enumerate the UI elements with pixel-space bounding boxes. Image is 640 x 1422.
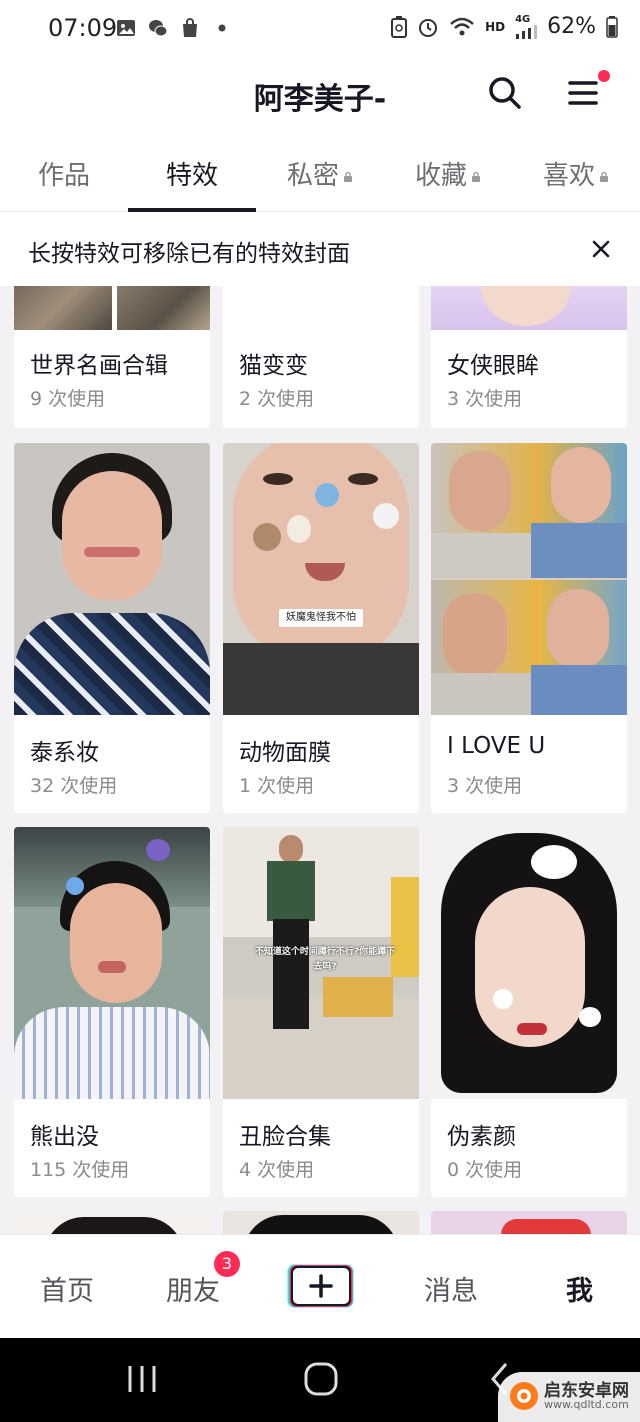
effect-card[interactable]: 泰系妆 32 次使用 xyxy=(14,443,210,813)
page-title: 阿李美子- xyxy=(253,82,387,117)
nav-me[interactable]: 我 xyxy=(566,1269,593,1308)
tab-label: 私密 xyxy=(286,161,339,191)
search-icon[interactable] xyxy=(484,72,526,114)
effect-card[interactable] xyxy=(223,1211,419,1234)
effect-name: I LOVE U xyxy=(447,733,546,759)
effect-overlay-text: 不知道这个时间蹲行不行?你能蹲下去吗? xyxy=(254,947,396,972)
effect-usage: 3 次使用 xyxy=(447,388,523,410)
watermark: 启东安卓网 www.qdltd.com xyxy=(498,1372,640,1422)
notice-text: 长按特效可移除已有的特效封面 xyxy=(28,241,350,267)
create-button[interactable] xyxy=(286,1263,356,1309)
effect-thumbnail xyxy=(223,1211,419,1234)
effect-thumbnail: 不知道这个时间蹲行不行?你能蹲下去吗? xyxy=(223,827,419,1099)
effect-card[interactable]: 女侠眼眸 3 次使用 xyxy=(431,286,627,428)
tab-works[interactable]: 作品 xyxy=(0,140,128,212)
effect-thumbnail xyxy=(431,286,627,330)
tab-likes[interactable]: 喜欢 xyxy=(512,140,640,212)
effect-name: 伪素颜 xyxy=(447,1124,516,1150)
effect-usage: 0 次使用 xyxy=(447,1159,523,1181)
status-bar: 07:09 HD 4G 62% xyxy=(0,0,640,58)
effect-usage: 2 次使用 xyxy=(239,388,315,410)
effect-card[interactable]: 妖魔鬼怪我不怕 动物面膜 1 次使用 xyxy=(223,443,419,813)
effect-thumbnail xyxy=(14,286,210,330)
tab-favorites[interactable]: 收藏 xyxy=(384,140,512,212)
effect-usage: 9 次使用 xyxy=(30,388,106,410)
battery-percent: 62% xyxy=(547,14,596,39)
effect-name: 熊出没 xyxy=(30,1124,99,1150)
tab-effects[interactable]: 特效 xyxy=(128,140,256,212)
notification-icons xyxy=(116,18,232,38)
effect-card[interactable]: 熊出没 115 次使用 xyxy=(14,827,210,1197)
dot-icon xyxy=(218,24,226,32)
tab-private[interactable]: 私密 xyxy=(256,140,384,212)
effect-usage: 4 次使用 xyxy=(239,1159,315,1181)
effect-thumbnail: 妖魔鬼怪我不怕 xyxy=(223,443,419,715)
effect-thumbnail xyxy=(14,1211,210,1234)
nav-messages[interactable]: 消息 xyxy=(424,1269,478,1308)
effect-thumbnail xyxy=(431,827,627,1099)
hd-label: HD xyxy=(485,19,506,34)
battery-saver-icon xyxy=(391,15,408,38)
effect-card[interactable]: 世界名画合辑 9 次使用 xyxy=(14,286,210,428)
status-time: 07:09 xyxy=(48,14,118,42)
profile-tabs: 作品 特效 私密 收藏 喜欢 xyxy=(0,140,640,212)
notification-dot xyxy=(598,70,610,82)
effect-thumbnail xyxy=(14,443,210,715)
nav-home[interactable]: 首页 xyxy=(40,1269,94,1308)
recent-apps-icon[interactable] xyxy=(126,1362,158,1396)
tab-label: 作品 xyxy=(37,161,90,191)
battery-icon xyxy=(606,15,618,38)
effect-name: 世界名画合辑 xyxy=(30,353,168,379)
effect-usage: 3 次使用 xyxy=(447,775,523,797)
tab-label: 喜欢 xyxy=(542,161,595,191)
effect-thumbnail xyxy=(14,827,210,1099)
effect-card[interactable] xyxy=(14,1211,210,1234)
effect-name: 丑脸合集 xyxy=(239,1124,331,1150)
watermark-url: www.qdltd.com xyxy=(544,1398,629,1411)
effect-usage: 115 次使用 xyxy=(30,1159,130,1181)
effect-name: 猫变变 xyxy=(239,353,308,379)
effect-card[interactable]: 不知道这个时间蹲行不行?你能蹲下去吗? 丑脸合集 4 次使用 xyxy=(223,827,419,1197)
lock-icon xyxy=(600,171,608,182)
effect-usage: 32 次使用 xyxy=(30,775,118,797)
close-icon[interactable] xyxy=(588,236,614,262)
system-status-icons: HD 4G 62% xyxy=(391,14,618,39)
effects-grid: 世界名画合辑 9 次使用 猫变变 2 次使用 女侠眼眸 3 次使用 泰系妆 32… xyxy=(0,286,640,1234)
tab-label: 收藏 xyxy=(414,161,467,191)
profile-header: 阿李美子- xyxy=(0,58,640,138)
effect-name: 女侠眼眸 xyxy=(447,353,539,379)
tab-label: 特效 xyxy=(165,161,218,191)
wifi-icon xyxy=(450,17,474,35)
effect-name: 动物面膜 xyxy=(239,740,331,766)
nav-friends[interactable]: 朋友 xyxy=(166,1269,220,1308)
effect-card[interactable]: 猫变变 2 次使用 xyxy=(223,286,419,428)
effect-card[interactable]: I LOVE U 3 次使用 xyxy=(431,443,627,813)
shopping-bag-icon xyxy=(183,18,197,37)
effect-overlay-text: 妖魔鬼怪我不怕 xyxy=(279,609,363,627)
signal-type-label: 4G xyxy=(515,14,531,25)
wechat-icon xyxy=(149,20,168,37)
signal-icon xyxy=(516,25,538,39)
bottom-nav: 首页 朋友 3 消息 我 xyxy=(0,1234,640,1338)
friends-badge: 3 xyxy=(214,1251,240,1277)
effect-thumbnail xyxy=(431,1211,627,1234)
notice-bar: 长按特效可移除已有的特效封面 xyxy=(0,214,640,286)
gallery-icon xyxy=(117,20,135,36)
effect-card[interactable]: 伪素颜 0 次使用 xyxy=(431,827,627,1197)
effect-usage: 1 次使用 xyxy=(239,775,315,797)
effect-thumbnail xyxy=(431,443,627,715)
effect-card[interactable] xyxy=(431,1211,627,1234)
effect-thumbnail xyxy=(223,286,419,330)
alarm-icon xyxy=(419,18,438,37)
home-icon[interactable] xyxy=(302,1360,340,1398)
lock-icon xyxy=(472,171,480,182)
lock-icon xyxy=(344,171,352,182)
effect-name: 泰系妆 xyxy=(30,740,99,766)
watermark-logo-icon xyxy=(510,1382,538,1410)
